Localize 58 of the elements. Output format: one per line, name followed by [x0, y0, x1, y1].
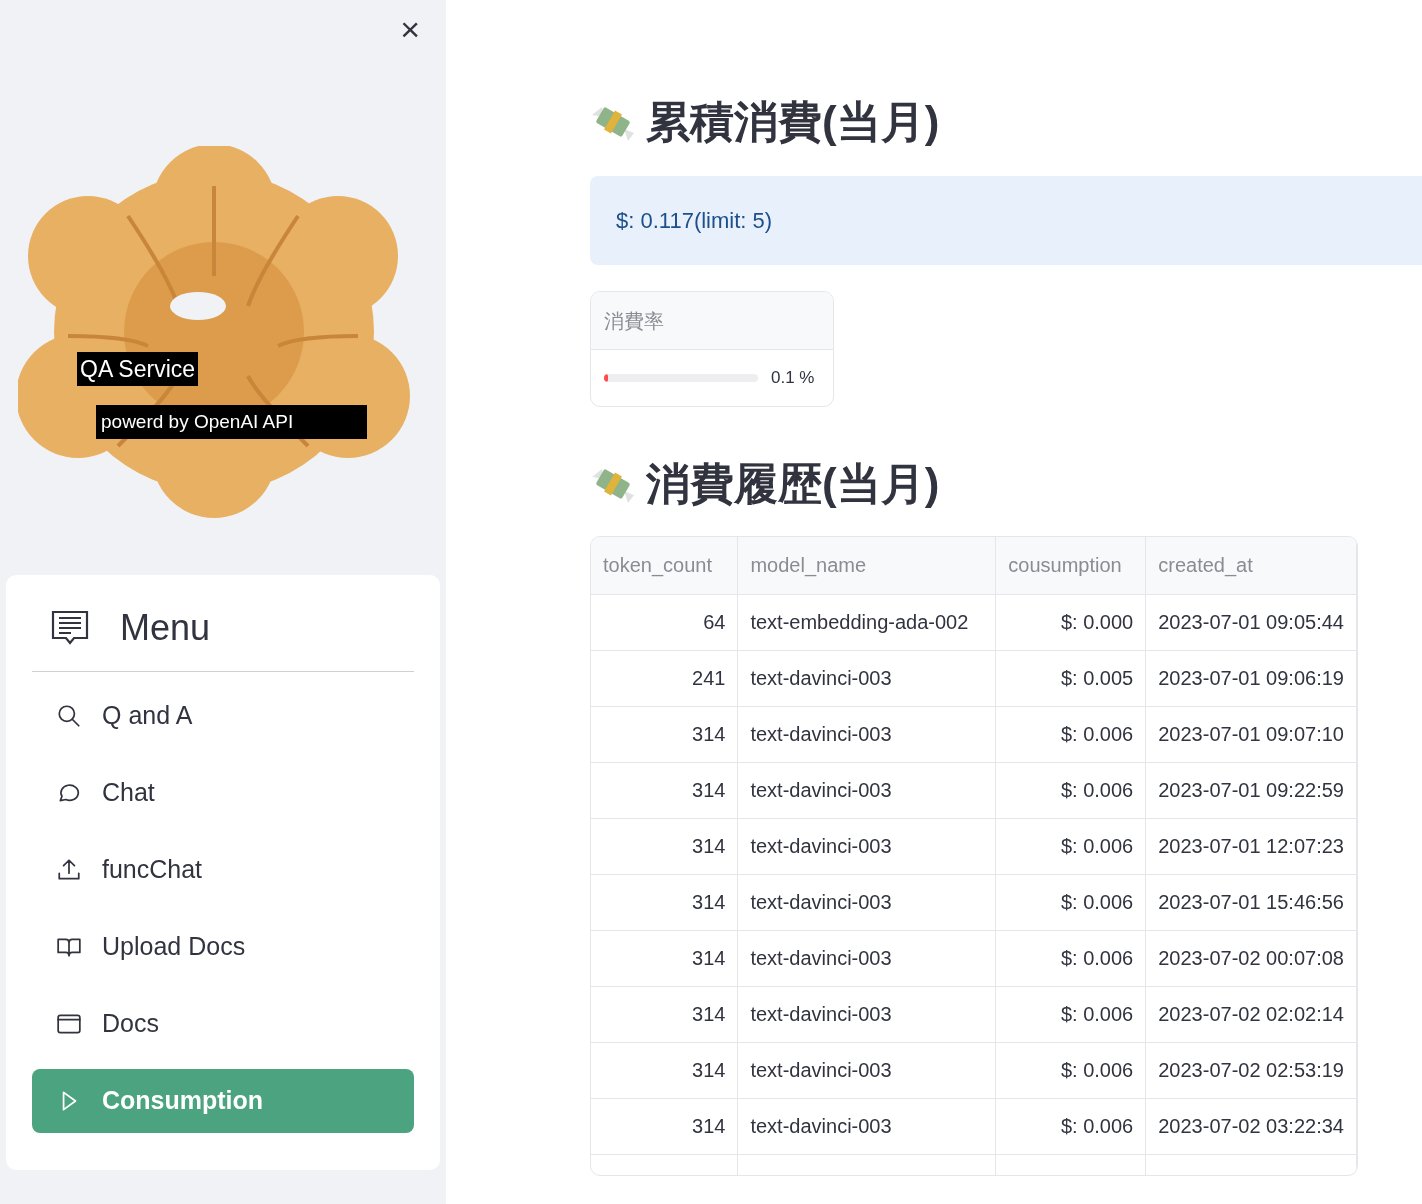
table-cell: $: 0.006	[995, 874, 1146, 930]
table-cell: 314	[591, 874, 738, 930]
upload-icon	[56, 857, 82, 883]
table-cell: text-davinci-003	[737, 706, 996, 762]
metric-label: 消費率	[604, 308, 664, 334]
table-cell: 2023-07-01 09:22:59	[1145, 762, 1357, 818]
section-heading: 消費履歴(当月)	[646, 462, 940, 506]
table-cell: 2023-07-02 02:53:19	[1145, 1042, 1357, 1098]
table-cell: 2023-07-01 09:06:19	[1145, 650, 1357, 706]
logo-title: QA Service	[77, 352, 199, 386]
table-cell: text-embedding-ada-002	[737, 594, 996, 650]
menu-title: Menu	[120, 606, 211, 650]
table-cell: 2023-07-01 12:07:23	[1145, 818, 1357, 874]
table-cell: $: 0.006	[995, 986, 1146, 1042]
table-cell: $: 0.006	[995, 818, 1146, 874]
table-cell: 2023-07-01 09:07:10	[1145, 706, 1357, 762]
menu-item[interactable]: Q and A	[32, 684, 414, 748]
table-cell: $: 0.006	[995, 930, 1146, 986]
table-cell: $: 0.005	[995, 650, 1146, 706]
logo-subtitle: powerd by OpenAI API	[96, 405, 367, 439]
table-cell: text-davinci-003	[737, 762, 996, 818]
table-cell: text-davinci-003	[737, 1098, 996, 1154]
menu-card-icon	[50, 609, 90, 647]
table-cell: 2023-07-02 03:22:34	[1145, 1098, 1357, 1154]
table-cell: $: 0.000	[995, 594, 1146, 650]
section-heading: 累積消費(当月)	[646, 100, 940, 144]
metric-reading: 0.1 %	[771, 367, 815, 390]
table-cell: text-davinci-003	[737, 930, 996, 986]
table-cell: text-davinci-003	[737, 874, 996, 930]
table-cell: $: 0.006	[995, 706, 1146, 762]
table-cell: 314	[591, 986, 738, 1042]
menu-item[interactable]: Chat	[32, 761, 414, 825]
table-cell: 2023-07-02 02:02:14	[1145, 986, 1357, 1042]
table-cell: 2023-07-01 15:46:56	[1145, 874, 1357, 930]
table-cell: 2023-07-01 09:05:44	[1145, 594, 1357, 650]
menu-item[interactable]: funcChat	[32, 838, 414, 902]
table-cell: 314	[591, 706, 738, 762]
search-icon	[56, 703, 82, 729]
menu-item[interactable]: Upload Docs	[32, 915, 414, 979]
table-cell: 314	[591, 1098, 738, 1154]
table-cell: 2023-07-02 00:07:08	[1145, 930, 1357, 986]
table-cell: text-davinci-003	[737, 986, 996, 1042]
table-cell: text-davinci-003	[737, 818, 996, 874]
info-box: $: 0.117(limit: 5)	[590, 176, 1422, 265]
table-cell: $: 0.006	[995, 762, 1146, 818]
close-button[interactable]: ×	[400, 10, 420, 48]
table-cell: 314	[591, 762, 738, 818]
table-cell: text-davinci-003	[737, 650, 996, 706]
table-cell: 314	[591, 1042, 738, 1098]
window-icon	[56, 1011, 82, 1037]
table-cell: 64	[591, 594, 738, 650]
table-cell: 314	[591, 930, 738, 986]
table-cell: $: 0.006	[995, 1098, 1146, 1154]
table-cell: 314	[591, 818, 738, 874]
table-cell: 241	[591, 650, 738, 706]
menu-item[interactable]: Docs	[32, 992, 414, 1056]
table-cell: text-davinci-003	[737, 1042, 996, 1098]
table-cell: $: 0.006	[995, 1042, 1146, 1098]
